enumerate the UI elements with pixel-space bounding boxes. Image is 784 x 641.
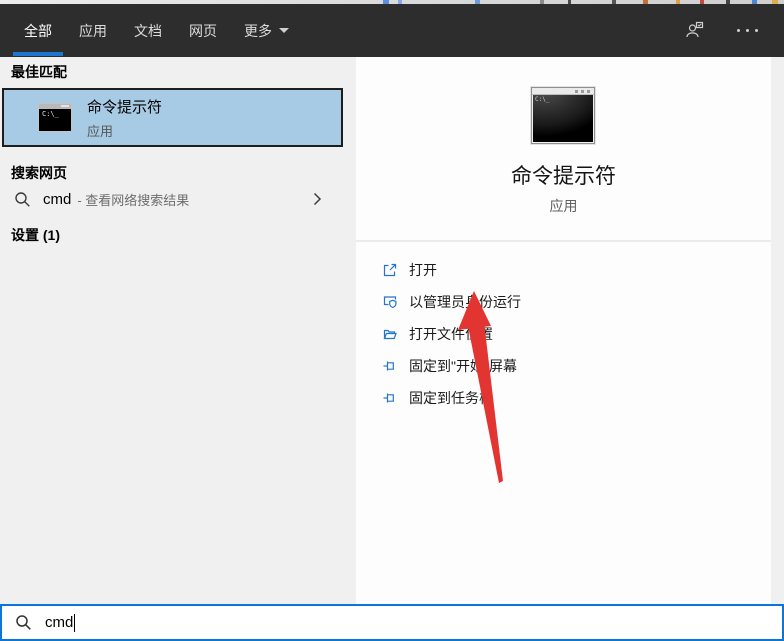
section-best-match: 最佳匹配	[11, 62, 67, 82]
action-run-as-administrator[interactable]: 以管理员身份运行	[356, 286, 771, 318]
section-settings: 设置 (1)	[11, 225, 60, 245]
tab-all[interactable]: 全部	[13, 4, 63, 57]
tab-documents-label: 文档	[134, 21, 162, 41]
result-web-search-cmd[interactable]: cmd - 查看网络搜索结果	[0, 183, 356, 215]
tab-apps-label: 应用	[79, 21, 107, 41]
tab-web[interactable]: 网页	[178, 4, 228, 57]
chevron-right-icon	[313, 192, 322, 206]
preview-divider	[356, 240, 771, 242]
results-panel: 最佳匹配 C:\_ 命令提示符 应用 搜索网页 cmd - 查看网络搜索结果	[0, 57, 356, 604]
action-run-as-administrator-label: 以管理员身份运行	[409, 292, 521, 312]
preview-app-subtitle: 应用	[356, 196, 771, 216]
pin-icon	[381, 390, 398, 407]
action-pin-to-taskbar[interactable]: 固定到任务栏	[356, 382, 771, 414]
preview-app-title: 命令提示符	[356, 160, 771, 190]
text-cursor	[74, 614, 75, 632]
taskbar-search-box[interactable]: cmd	[0, 604, 784, 641]
action-pin-to-start[interactable]: 固定到"开始"屏幕	[356, 350, 771, 382]
topbar-actions	[658, 4, 784, 57]
search-icon	[15, 614, 32, 631]
tab-apps[interactable]: 应用	[68, 4, 118, 57]
command-prompt-icon: C:\_	[531, 87, 595, 144]
chevron-down-icon	[279, 28, 289, 33]
pin-icon	[381, 358, 398, 375]
search-flyout-body: 最佳匹配 C:\_ 命令提示符 应用 搜索网页 cmd - 查看网络搜索结果	[0, 57, 784, 604]
action-open-file-location[interactable]: 打开文件位置	[356, 318, 771, 350]
context-actions: 打开 以管理员身份运行 打开文件位置	[356, 254, 771, 414]
web-query-suffix: - 查看网络搜索结果	[77, 190, 189, 209]
more-options-icon[interactable]	[731, 29, 758, 32]
result-title: 命令提示符	[87, 96, 162, 117]
result-command-prompt[interactable]: C:\_ 命令提示符 应用	[2, 88, 343, 147]
admin-shield-icon	[381, 294, 398, 311]
preview-panel: C:\_ 命令提示符 应用 打开	[356, 57, 771, 604]
action-open-label: 打开	[409, 260, 437, 280]
tab-documents[interactable]: 文档	[123, 4, 173, 57]
action-open[interactable]: 打开	[356, 254, 771, 286]
command-prompt-icon: C:\_	[38, 103, 72, 132]
action-pin-to-start-label: 固定到"开始"屏幕	[409, 356, 517, 376]
folder-location-icon	[381, 326, 398, 343]
panel-right-margin	[771, 57, 784, 604]
web-query: cmd	[43, 191, 71, 208]
launch-icon	[381, 262, 398, 279]
result-subtitle: 应用	[87, 121, 162, 140]
section-web-search: 搜索网页	[11, 163, 67, 183]
search-filter-bar: 全部 应用 文档 网页 更多	[0, 4, 784, 57]
search-icon	[14, 191, 31, 208]
action-pin-to-taskbar-label: 固定到任务栏	[409, 388, 493, 408]
tab-all-label: 全部	[24, 21, 52, 41]
tab-web-label: 网页	[189, 21, 217, 41]
search-input-value[interactable]: cmd	[45, 614, 73, 631]
tab-more-label: 更多	[244, 21, 272, 41]
action-open-file-location-label: 打开文件位置	[409, 324, 493, 344]
tab-more[interactable]: 更多	[233, 4, 300, 57]
sign-in-options-icon[interactable]	[684, 20, 705, 41]
